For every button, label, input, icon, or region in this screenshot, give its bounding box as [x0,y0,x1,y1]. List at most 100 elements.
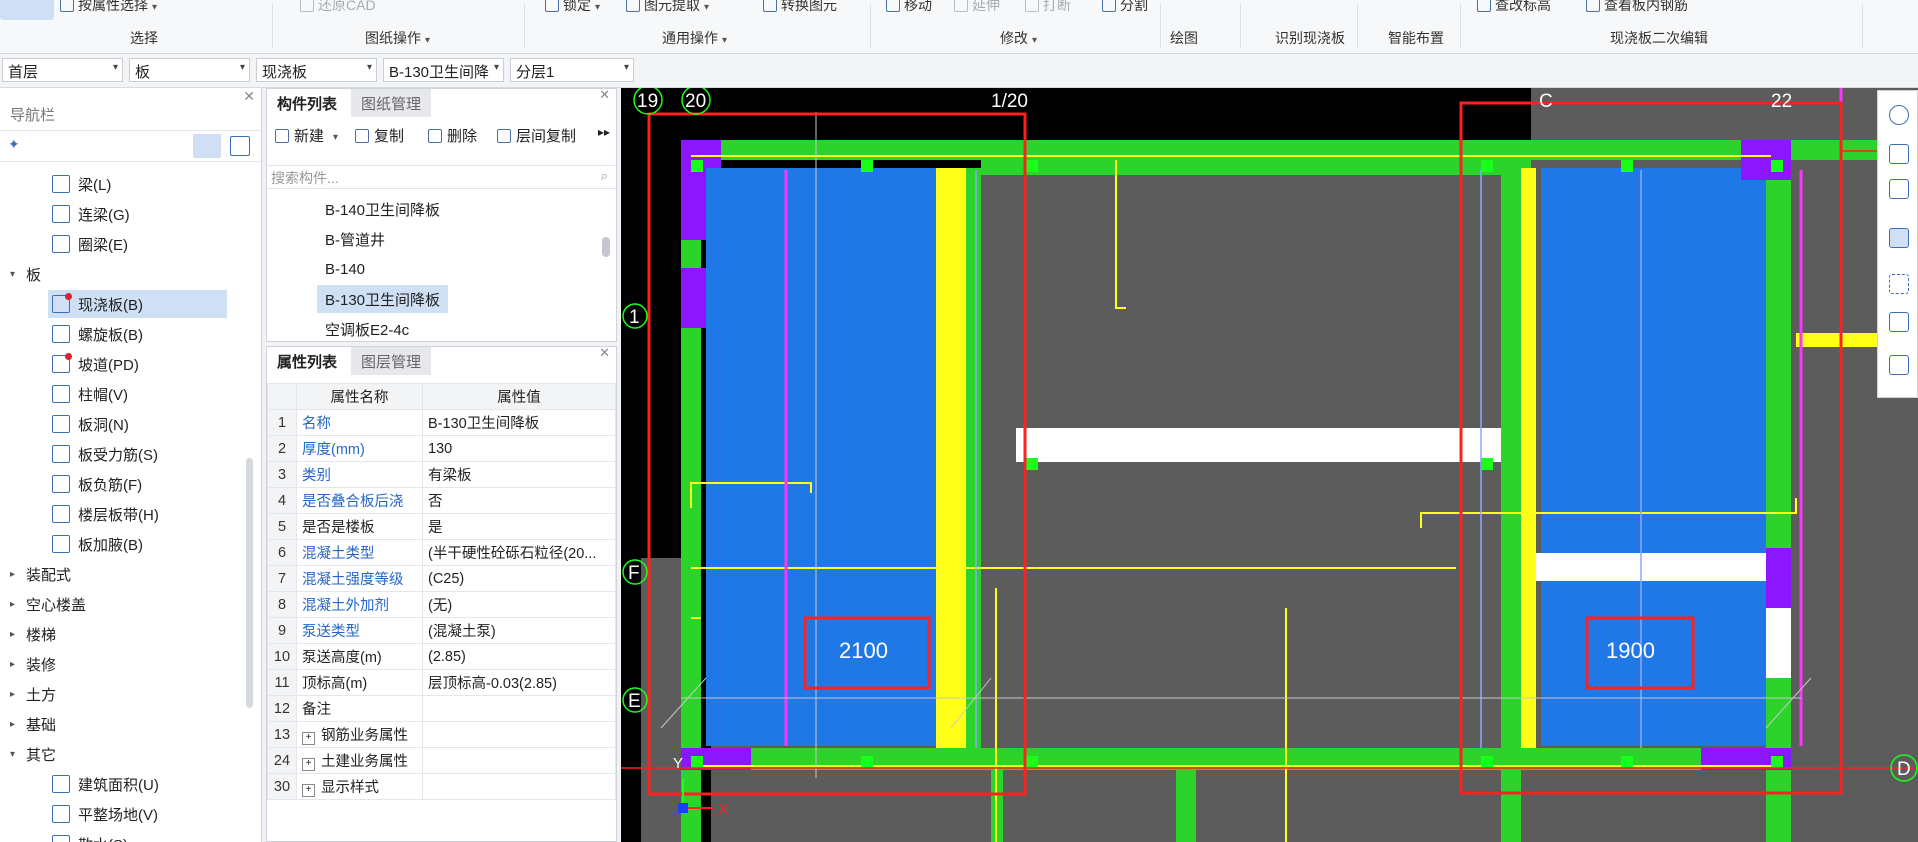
tab-property-list[interactable]: 属性列表 [267,347,348,375]
tab-component-list[interactable]: 构件列表 [267,89,348,117]
nav-group[interactable]: ▸ 楼梯 [10,620,56,648]
property-row[interactable]: 2 厚度(mm) 130 [267,435,616,462]
property-row[interactable]: 11 顶标高(m) 层顶标高-0.03(2.85) [267,669,616,696]
property-row[interactable]: 3 类别 有梁板 [267,461,616,488]
property-row[interactable]: 9 泵送类型 (混凝土泵) [267,617,616,644]
more-icon[interactable]: ▸▸ [598,125,610,139]
collapse-icon[interactable]: ▾ [10,749,26,760]
property-row[interactable]: 4 是否叠合板后浇否 [267,487,616,514]
ribbon-button-3[interactable]: 图元提取 [626,0,709,16]
box-select-icon[interactable] [1889,312,1909,332]
search-icon[interactable]: ⌕ [601,168,608,184]
property-row[interactable]: 24 + 土建业务属性 [267,747,616,774]
copy-between-floors-button[interactable]: 层间复制 [497,125,576,146]
nav-group[interactable]: ▸ 基础 [10,710,56,738]
nav-item[interactable]: 建筑面积(U) [48,770,227,798]
cube-view-icon[interactable] [1889,179,1909,199]
expand-icon[interactable]: ▸ [10,719,26,730]
collapse-icon[interactable]: ▾ [10,269,26,280]
close-icon[interactable]: ✕ [599,345,610,361]
close-icon[interactable]: ✕ [599,87,610,103]
pin-icon[interactable]: ✦ [8,136,20,153]
expand-icon[interactable]: ▸ [10,689,26,700]
ribbon-button-7[interactable]: 打断 [1025,0,1071,16]
layer-select[interactable]: 分层1 [510,58,634,82]
property-row[interactable]: 1 名称 B-130卫生间降板 [267,409,616,436]
close-icon[interactable]: ✕ [243,88,255,105]
property-row[interactable]: 30 + 显示样式 [267,773,616,800]
nav-item[interactable]: 板负筋(F) [48,470,227,498]
property-row[interactable]: 12 备注 [267,695,616,722]
ribbon-button-0[interactable]: 按属性选择 [60,0,157,16]
select-tool-button[interactable] [0,0,54,20]
component-list-item[interactable]: B-140卫生间降板 [317,195,448,223]
component-list-item[interactable]: B-管道井 [317,225,393,253]
component-list-item[interactable]: 空调板E2-4c [317,315,417,343]
component-select[interactable]: B-130卫生间降 [383,58,504,82]
search-input[interactable]: 搜索构件... [271,168,339,188]
cad-drawing[interactable]: 19 20 1/20 1 F E D 22 C 2100 1900 Y X [621,88,1918,842]
solid-view-icon[interactable] [1889,228,1909,248]
expand-icon[interactable]: + [302,758,315,771]
nav-group[interactable]: ▸ 空心楼盖 [10,590,86,618]
expand-icon[interactable]: ▸ [10,599,26,610]
nav-item[interactable]: 圈梁(E) [48,230,227,258]
property-row[interactable]: 7 混凝土强度等级 (C25) [267,565,616,592]
property-row[interactable]: 10 泵送高度(m) (2.85) [267,643,616,670]
property-row[interactable]: 5 是否是楼板是 [267,513,616,540]
component-list-item[interactable]: B-140 [317,255,373,283]
ribbon-button-10[interactable]: 查看板内钢筋 [1586,0,1688,16]
fit-view-icon[interactable] [1889,274,1909,294]
nav-scrollbar[interactable] [246,458,253,708]
list-view-icon[interactable] [193,134,221,158]
delete-button[interactable]: 删除 [428,125,477,146]
ribbon-button-1[interactable]: 还原CAD [300,0,376,16]
ribbon-button-6[interactable]: 延伸 [954,0,1000,16]
expand-icon[interactable]: ▸ [10,659,26,670]
nav-group[interactable]: ▸ 装配式 [10,560,71,588]
search-box[interactable]: 搜索构件... ⌕ [267,165,616,189]
ribbon-button-8[interactable]: 分割 [1102,0,1148,16]
property-row[interactable]: 8 混凝土外加剂 (无) [267,591,616,618]
category-select[interactable]: 板 [129,58,250,82]
drawing-canvas[interactable]: 19 20 1/20 1 F E D 22 C 2100 1900 Y X [621,88,1918,842]
nav-item[interactable]: 板加腋(B) [48,530,227,558]
nav-group[interactable]: ▸ 土方 [10,680,56,708]
nav-item[interactable]: 梁(L) [48,170,227,198]
nav-item[interactable]: 楼层板带(H) [48,500,227,528]
nav-group[interactable]: ▾ 板 [10,260,41,288]
orbit-icon[interactable] [1889,105,1909,125]
list-scrollbar[interactable] [602,237,610,257]
nav-item[interactable]: 平整场地(V) [48,800,227,828]
component-list-item[interactable]: B-130卫生间降板 [317,285,449,313]
ribbon-button-2[interactable]: 锁定 [545,0,600,16]
nav-item[interactable]: 散水(S) [48,830,227,842]
tab-drawing-management[interactable]: 图纸管理 [351,89,432,117]
expand-icon[interactable]: ▸ [10,569,26,580]
property-row[interactable]: 13 + 钢筋业务属性 [267,721,616,748]
nav-group[interactable]: ▾ 其它 [10,740,56,768]
nav-item[interactable]: 板洞(N) [48,410,227,438]
property-row[interactable]: 6 混凝土类型 (半干硬性砼砾石粒径(20... [267,539,616,566]
3d-view-icon[interactable] [1889,144,1909,164]
ribbon-button-9[interactable]: 查改标高 [1477,0,1551,16]
nav-item[interactable]: 柱帽(V) [48,380,227,408]
nav-item[interactable]: 现浇板(B) [48,290,227,318]
type-select[interactable]: 现浇板 [256,58,377,82]
new-button[interactable]: 新建 [275,125,338,146]
nav-item[interactable]: 连梁(G) [48,200,227,228]
ribbon-button-4[interactable]: 转换图元 [763,0,837,16]
nav-item[interactable]: 坡道(PD) [48,350,227,378]
copy-button[interactable]: 复制 [355,125,404,146]
expand-icon[interactable]: + [302,784,315,797]
ribbon-button-5[interactable]: 移动 [886,0,932,16]
settings-icon[interactable] [1889,355,1909,375]
nav-item[interactable]: 螺旋板(B) [48,320,227,348]
tree-view-icon[interactable] [230,136,250,156]
nav-item[interactable]: 板受力筋(S) [48,440,227,468]
expand-icon[interactable]: + [302,732,315,745]
floor-select[interactable]: 首层 [2,58,123,82]
tab-layer-management[interactable]: 图层管理 [351,347,432,375]
nav-group[interactable]: ▸ 装修 [10,650,56,678]
expand-icon[interactable]: ▸ [10,629,26,640]
